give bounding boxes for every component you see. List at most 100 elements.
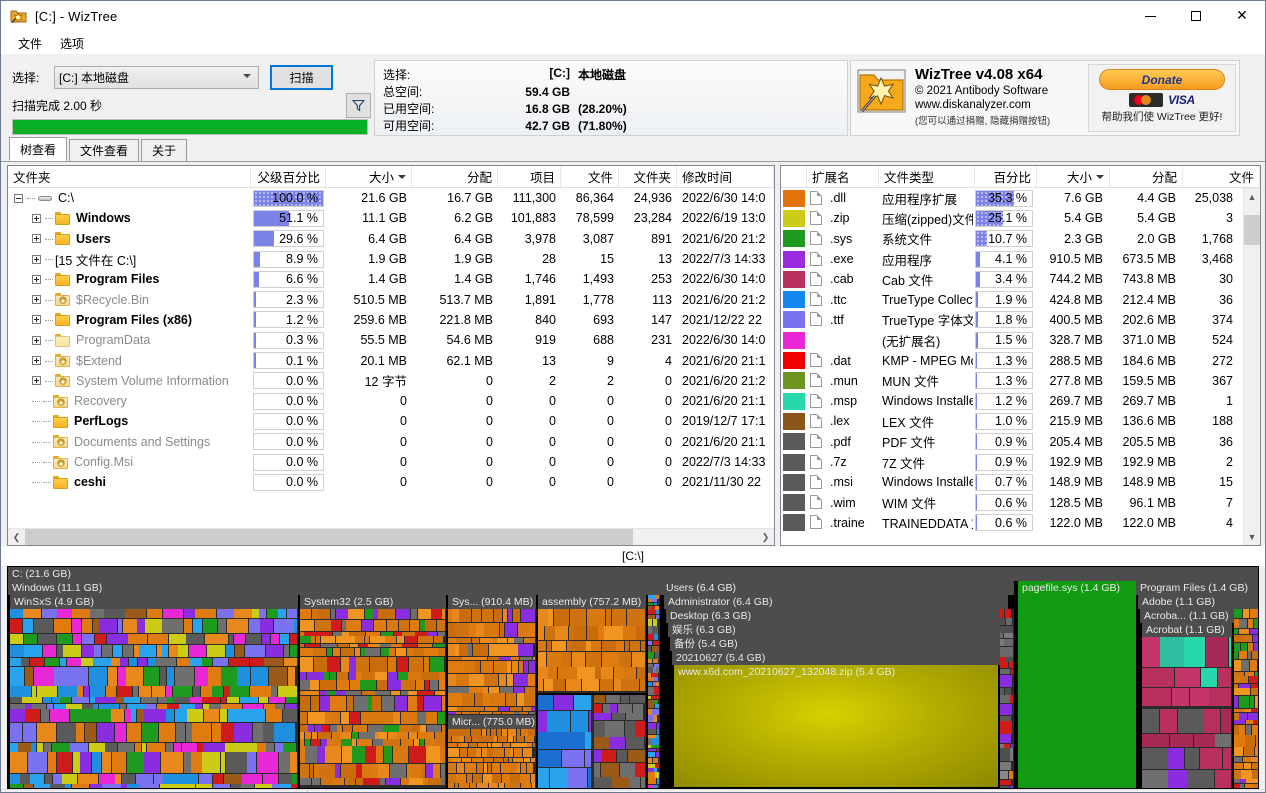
treemap-file-block[interactable] [32,704,46,709]
treemap-file-block[interactable] [213,658,228,667]
treemap-file-block[interactable] [1000,657,1006,661]
treemap-file-block[interactable] [23,619,33,633]
treemap-file-block[interactable] [397,657,408,672]
treemap-file-block[interactable] [459,783,469,788]
treemap-file-block[interactable] [275,743,283,752]
treemap-file-block[interactable] [441,691,445,696]
treemap-file-block[interactable] [1005,688,1011,695]
treemap-file-block[interactable] [572,652,586,667]
treemap-file-block[interactable] [255,784,272,788]
treemap-file-block[interactable] [377,680,387,690]
treemap-file-block[interactable] [264,704,275,709]
treemap-file-block[interactable] [315,620,331,631]
table-row[interactable]: .exe应用程序4.1 %910.5 MB673.5 MB3,468 [781,249,1260,269]
treemap-file-block[interactable] [448,623,455,637]
treemap-file-block[interactable] [475,661,480,674]
treemap-file-block[interactable] [155,658,176,667]
treemap-file-block[interactable] [494,609,503,622]
treemap-file-block[interactable] [234,634,245,644]
treemap-file-block[interactable] [457,707,470,711]
treemap-file-block[interactable] [57,609,72,618]
treemap-file-block[interactable] [509,758,512,762]
treemap-file-block[interactable] [500,623,504,637]
treemap-file-block[interactable] [1168,770,1187,788]
treemap-file-block[interactable] [500,687,514,693]
treemap-file-block[interactable] [70,709,90,722]
treemap-file-block[interactable] [602,641,616,651]
treemap-file-block[interactable] [1000,786,1009,788]
treemap-node[interactable]: Desktop (6.3 GB) [666,609,1006,623]
table-row[interactable]: System Volume Information0.0 %12 字节02202… [8,371,774,391]
treemap-file-block[interactable] [521,729,528,736]
treemap-file-block[interactable] [112,752,126,773]
treemap-file-block[interactable] [175,667,194,686]
treemap-file-block[interactable] [375,732,379,738]
column-header[interactable]: 修改时间 [677,166,774,187]
treemap-file-block[interactable] [509,763,516,773]
treemap-file-block[interactable] [30,658,44,667]
treemap-file-block[interactable] [448,687,455,693]
treemap-file-block[interactable] [1234,747,1243,755]
treemap-file-block[interactable] [1011,744,1014,748]
treemap-file-block[interactable] [24,645,42,657]
treemap-node[interactable]: 备份 (5.4 GB) [670,637,1002,651]
treemap-file-block[interactable] [393,746,409,763]
treemap-file-block[interactable] [294,619,297,633]
treemap-node[interactable]: assembly (757.2 MB) [538,595,646,609]
treemap-file-block[interactable] [1239,725,1245,735]
treemap-file-block[interactable] [126,667,142,686]
treemap-file-block[interactable] [1168,748,1184,769]
treemap-file-block[interactable] [472,736,478,742]
treemap-file-block[interactable] [473,644,488,656]
treemap-file-block[interactable] [250,658,264,667]
treemap-file-block[interactable] [167,667,175,686]
treemap-file-block[interactable] [427,725,441,732]
treemap-file-block[interactable] [1240,779,1245,783]
treemap-file-block[interactable] [492,774,501,783]
treemap-file-block[interactable] [384,746,392,763]
table-row[interactable]: .traineTRAINEDDATA 文0.6 %122.0 MB122.0 M… [781,513,1260,533]
treemap-file-block[interactable] [653,715,656,722]
treemap-file-block[interactable] [111,658,119,667]
treemap-file-block[interactable] [594,704,602,713]
treemap-file-block[interactable] [54,619,71,633]
treemap-file-block[interactable] [1234,713,1239,720]
treemap-file-block[interactable] [627,609,644,626]
treemap-file-block[interactable] [471,729,481,736]
treemap-file-block[interactable] [418,636,434,643]
treemap-file-block[interactable] [514,687,524,693]
treemap-file-block[interactable] [1250,696,1254,708]
treemap-file-block[interactable] [505,748,510,758]
treemap-file-block[interactable] [538,652,546,667]
treemap-file-block[interactable] [1200,748,1223,769]
treemap-file-block[interactable] [388,657,397,672]
treemap-file-block[interactable] [240,697,258,703]
treemap-file-block[interactable] [341,764,352,778]
treemap-file-block[interactable] [652,646,660,652]
treemap-file-block[interactable] [167,697,172,703]
treemap-file-block[interactable] [320,696,330,712]
treemap-file-block[interactable] [386,778,400,785]
treemap-file-block[interactable] [53,774,62,784]
table-row[interactable]: Program Files6.6 %1.4 GB1.4 GB1,7461,493… [8,269,774,289]
treemap-file-block[interactable] [304,632,318,636]
treemap-file-block[interactable] [327,691,335,696]
treemap-file-block[interactable] [448,644,455,656]
treemap-file-block[interactable] [52,743,70,752]
drive-select[interactable]: [C:] 本地磁盘 [54,66,259,89]
tree-column-headers[interactable]: 文件夹父级百分比大小分配项目文件文件夹修改时间 [8,166,774,188]
treemap-file-block[interactable] [120,704,127,709]
menu-options[interactable]: 选项 [52,33,92,54]
treemap-file-block[interactable] [1251,688,1259,695]
treemap-file-block[interactable] [538,768,549,789]
treemap-file-block[interactable] [401,712,417,724]
treemap-file-block[interactable] [577,667,594,678]
treemap-file-block[interactable] [1253,720,1259,724]
treemap-node[interactable] [648,595,660,789]
treemap-file-block[interactable] [176,723,186,743]
treemap-file-block[interactable] [591,641,601,651]
treemap-file-block[interactable] [483,687,488,693]
treemap-file-block[interactable] [300,764,309,778]
treemap-file-block[interactable] [648,659,652,663]
treemap-file-block[interactable] [485,707,499,711]
